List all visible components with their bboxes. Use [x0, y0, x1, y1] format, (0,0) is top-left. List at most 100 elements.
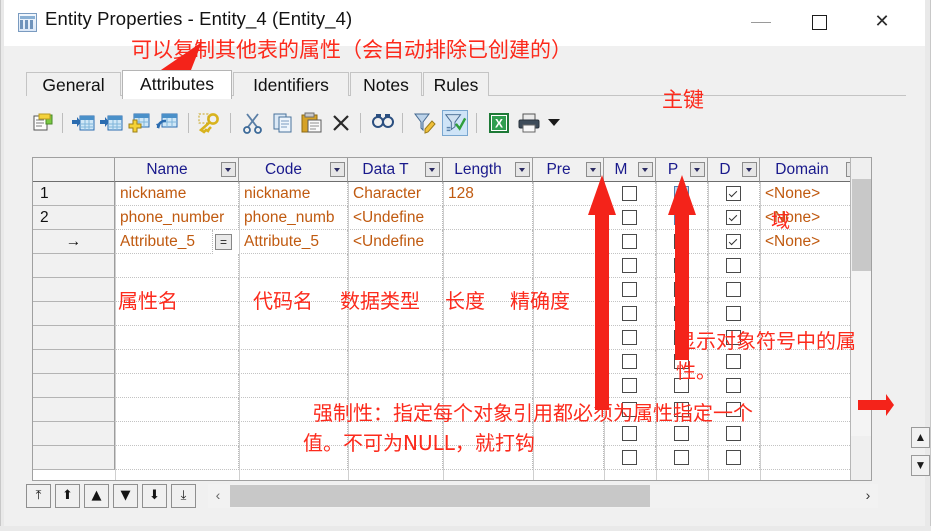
scroll-left-button[interactable]: ‹ — [208, 484, 228, 508]
tab-attributes[interactable]: Attributes — [122, 70, 232, 99]
precision-column-filter-icon[interactable] — [586, 162, 601, 177]
primary-key-checkbox[interactable] — [674, 282, 689, 297]
cell-len[interactable] — [443, 350, 533, 374]
primary-key-checkbox[interactable] — [674, 330, 689, 345]
mandatory-checkbox[interactable] — [622, 378, 637, 393]
cell-name[interactable] — [115, 254, 239, 278]
row-header[interactable] — [33, 374, 115, 398]
cell-pre[interactable] — [533, 446, 604, 470]
cell-dtype[interactable] — [348, 350, 443, 374]
mandatory-checkbox[interactable] — [622, 330, 637, 345]
cell-pre[interactable] — [533, 254, 604, 278]
cell-dom[interactable]: <None> — [760, 230, 864, 254]
scroll-to-top-button[interactable]: ▲ — [911, 427, 930, 448]
move-down-fast-button[interactable]: ⬇ — [142, 484, 167, 508]
displayed-column-header[interactable]: D — [708, 158, 760, 182]
scroll-to-bottom-button[interactable]: ▼ — [911, 455, 930, 476]
cell-dtype[interactable]: <Undefine — [348, 230, 443, 254]
cell-dom[interactable] — [760, 374, 864, 398]
primary-key-checkbox[interactable] — [674, 210, 689, 225]
cell-code[interactable] — [239, 302, 348, 326]
cell-name[interactable] — [115, 350, 239, 374]
cell-pre[interactable] — [533, 182, 604, 206]
row-header[interactable]: 2 — [33, 206, 115, 230]
cell-editor-button[interactable]: = — [215, 234, 232, 250]
row-header[interactable] — [33, 302, 115, 326]
cell-name[interactable]: phone_number — [115, 206, 239, 230]
mandatory-checkbox[interactable] — [622, 402, 637, 417]
cell-code[interactable] — [239, 446, 348, 470]
row-header[interactable] — [33, 446, 115, 470]
cell-code[interactable]: Attribute_5 — [239, 230, 348, 254]
move-up-button[interactable]: ▲ — [84, 484, 109, 508]
name-column-header[interactable]: Name — [115, 158, 239, 182]
displayed-column-filter-icon[interactable] — [742, 162, 757, 177]
minimize-button[interactable] — [732, 0, 790, 44]
tab-rules[interactable]: Rules — [423, 72, 489, 97]
cell-pre[interactable] — [533, 422, 604, 446]
displayed-checkbox[interactable] — [726, 330, 741, 345]
displayed-checkbox[interactable] — [726, 402, 741, 417]
vertical-scrollbar-track[interactable] — [851, 271, 871, 436]
cell-dom[interactable] — [760, 398, 864, 422]
cell-name[interactable]: nickname — [115, 182, 239, 206]
vertical-scrollbar-thumb[interactable] — [852, 179, 871, 271]
cell-pre[interactable] — [533, 326, 604, 350]
mandatory-checkbox[interactable] — [622, 306, 637, 321]
horizontal-scrollbar-thumb[interactable] — [230, 485, 650, 507]
maximize-button[interactable] — [790, 0, 848, 44]
cell-len[interactable] — [443, 302, 533, 326]
scroll-right-button[interactable]: › — [858, 484, 878, 508]
cell-len[interactable] — [443, 278, 533, 302]
print-icon[interactable] — [516, 110, 542, 136]
cell-dtype[interactable] — [348, 398, 443, 422]
cell-dom[interactable]: <None> — [760, 182, 864, 206]
displayed-checkbox[interactable] — [726, 258, 741, 273]
displayed-checkbox[interactable] — [726, 234, 741, 249]
primary-key-checkbox[interactable] — [674, 426, 689, 441]
length-column-filter-icon[interactable] — [515, 162, 530, 177]
move-to-last-button[interactable]: ⤓ — [171, 484, 196, 508]
primary-key-checkbox[interactable] — [674, 354, 689, 369]
primary-key-column-header[interactable]: P — [656, 158, 708, 182]
displayed-checkbox[interactable] — [726, 306, 741, 321]
row-header[interactable]: 1 — [33, 182, 115, 206]
add-table-icon[interactable] — [126, 110, 152, 136]
cell-name[interactable] — [115, 422, 239, 446]
cell-code[interactable]: phone_numb — [239, 206, 348, 230]
mandatory-checkbox[interactable] — [622, 210, 637, 225]
paste-icon[interactable] — [299, 110, 325, 136]
excel-export-icon[interactable]: X — [486, 110, 512, 136]
cell-dtype[interactable]: <Undefine — [348, 206, 443, 230]
delete-icon[interactable] — [328, 110, 354, 136]
displayed-checkbox[interactable] — [726, 186, 741, 201]
cell-pre[interactable] — [533, 350, 604, 374]
cell-len[interactable] — [443, 374, 533, 398]
cell-dtype[interactable] — [348, 326, 443, 350]
tab-notes[interactable]: Notes — [350, 72, 422, 97]
row-header[interactable]: → — [33, 230, 115, 254]
displayed-checkbox[interactable] — [726, 378, 741, 393]
cell-pre[interactable] — [533, 278, 604, 302]
cell-dtype[interactable]: Character — [348, 182, 443, 206]
primary-key-checkbox[interactable] — [674, 306, 689, 321]
cell-dom[interactable] — [760, 422, 864, 446]
primary-key-checkbox[interactable] — [674, 258, 689, 273]
row-header[interactable] — [33, 422, 115, 446]
primary-key-checkbox[interactable] — [674, 402, 689, 417]
displayed-checkbox[interactable] — [726, 426, 741, 441]
cell-dom[interactable] — [760, 254, 864, 278]
cell-len[interactable] — [443, 230, 533, 254]
mandatory-checkbox[interactable] — [622, 426, 637, 441]
cell-len[interactable] — [443, 206, 533, 230]
insert-row-icon[interactable] — [70, 110, 96, 136]
attributes-grid[interactable]: Name Code Data T Length Pre M P D Domain… — [32, 157, 872, 481]
data-type-column-filter-icon[interactable] — [425, 162, 440, 177]
data-type-column-header[interactable]: Data T — [348, 158, 443, 182]
copy-icon[interactable] — [270, 110, 296, 136]
find-icon[interactable] — [370, 110, 396, 136]
code-column-header[interactable]: Code — [239, 158, 348, 182]
cell-dom[interactable] — [760, 326, 864, 350]
cell-code[interactable]: nickname — [239, 182, 348, 206]
cell-name[interactable] — [115, 446, 239, 470]
